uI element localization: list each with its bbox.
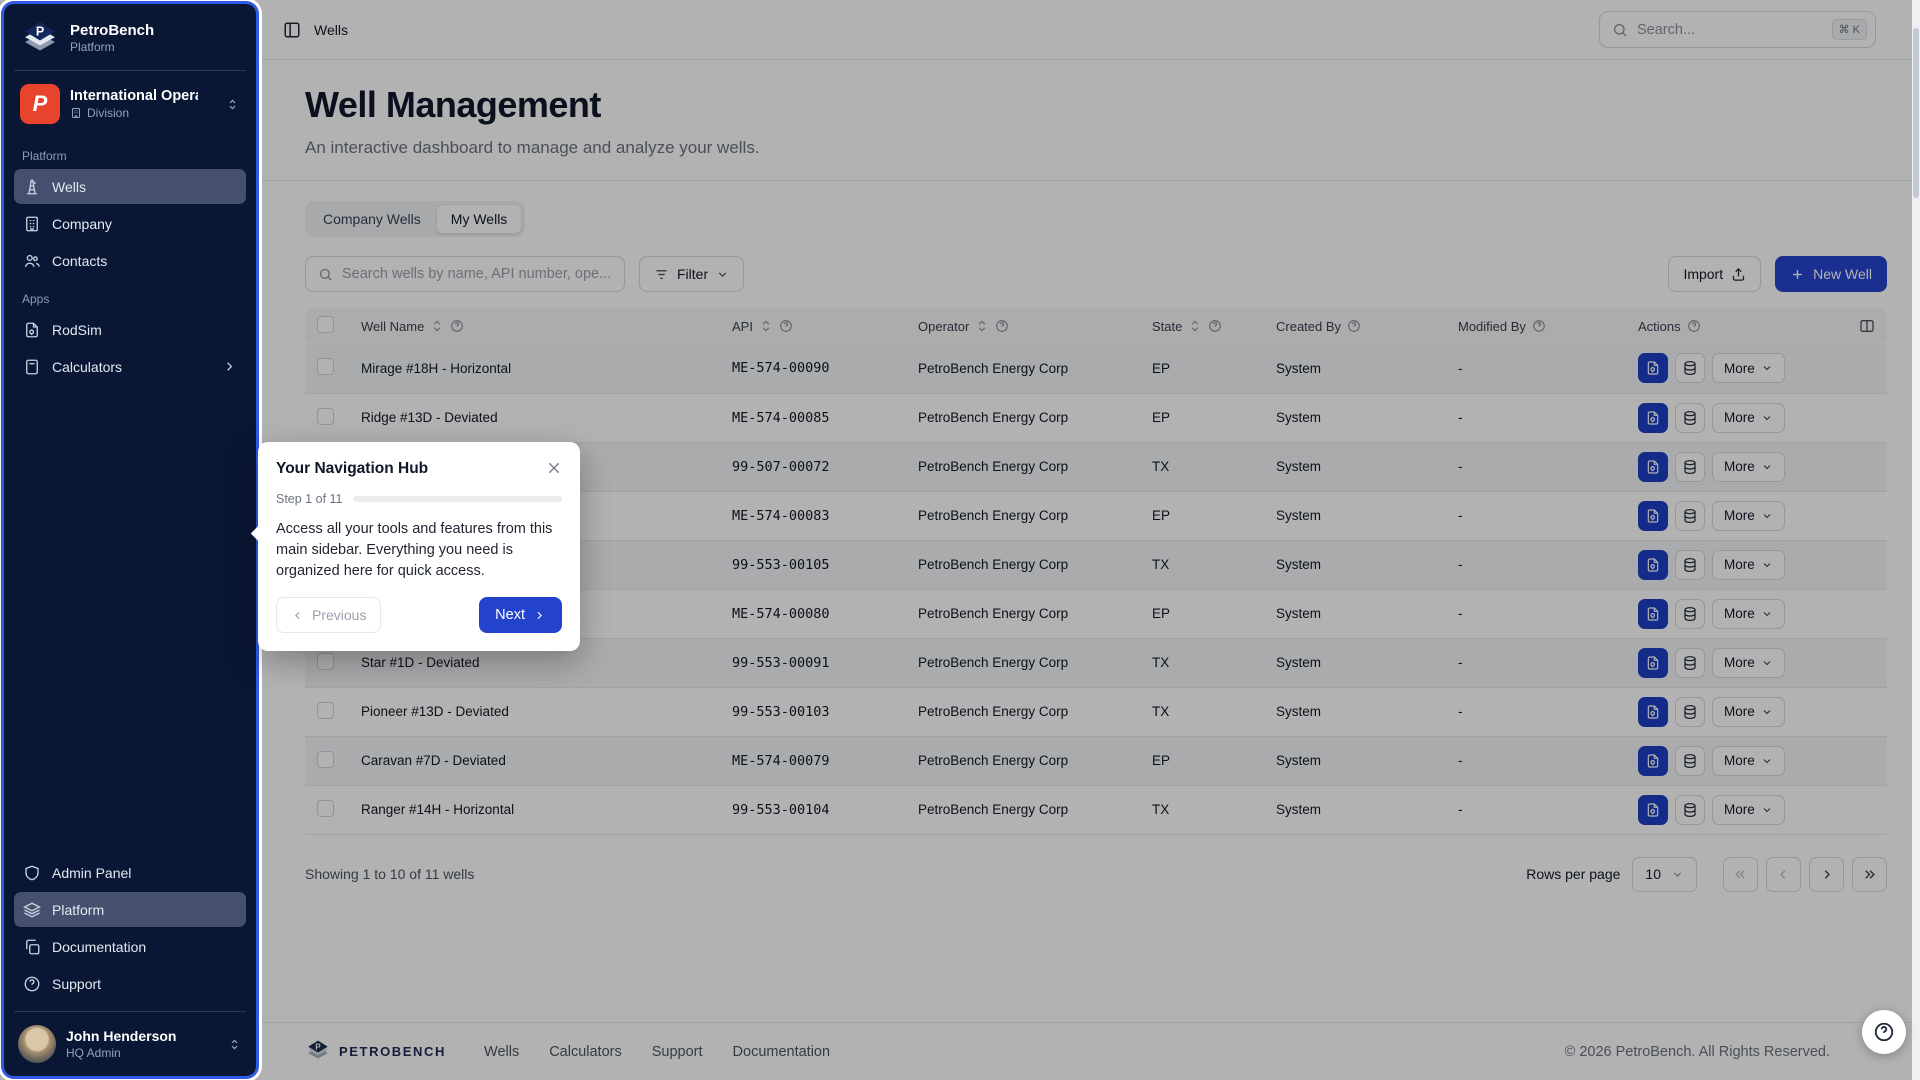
org-logo: P [20,84,60,124]
help-circle-icon [23,975,41,993]
sidebar-item-company[interactable]: Company [14,206,246,241]
chevron-right-icon [222,359,237,374]
docs-icon [23,938,41,956]
org-switcher[interactable]: P International Operatio Division [14,71,246,137]
tour-body: Access all your tools and features from … [276,519,562,582]
tour-next-button[interactable]: Next [479,597,562,633]
tour-progress-track [353,496,563,502]
chevrons-up-down-icon [225,97,240,112]
scrollbar-thumb[interactable] [1913,28,1919,198]
building-icon [70,107,82,119]
user-name: John Henderson [66,1028,217,1044]
chevrons-up-down-icon [227,1037,242,1052]
sidebar-item-contacts[interactable]: Contacts [14,243,246,278]
sidebar: P PetroBench Platform P International Op… [4,4,256,1076]
layers-icon [23,901,41,919]
brand-header: P PetroBench Platform [14,4,246,71]
rodsim-icon [23,321,41,339]
chevron-left-icon [291,609,304,622]
sidebar-item-calculators[interactable]: Calculators [14,349,246,384]
tour-title: Your Navigation Hub [276,460,546,478]
svg-text:P: P [36,25,44,39]
sidebar-item-platform[interactable]: Platform [14,892,246,927]
tour-step-label: Step 1 of 11 [276,492,343,506]
brand-name: PetroBench [70,22,154,40]
close-icon[interactable] [546,460,562,476]
section-label-platform: Platform [14,137,246,169]
help-button[interactable] [1862,1010,1906,1054]
section-label-apps: Apps [14,280,246,312]
derrick-icon [23,178,41,196]
sidebar-item-documentation[interactable]: Documentation [14,929,246,964]
brand-subtitle: Platform [70,40,154,54]
building-icon [23,215,41,233]
user-menu[interactable]: John Henderson HQ Admin [14,1011,246,1076]
sidebar-item-wells[interactable]: Wells [14,169,246,204]
tour-popup: Your Navigation Hub Step 1 of 11 Access … [258,442,580,651]
shield-icon [23,864,41,882]
user-role: HQ Admin [66,1046,217,1060]
org-type: Division [70,106,215,120]
sidebar-item-rodsim[interactable]: RodSim [14,312,246,347]
calculator-icon [23,358,41,376]
avatar [18,1025,56,1063]
sidebar-item-admin-panel[interactable]: Admin Panel [14,855,246,890]
tour-previous-button[interactable]: Previous [276,597,381,633]
chevron-right-icon [533,609,546,622]
scrollbar[interactable] [1912,0,1920,1080]
petrobench-logo-icon: P [20,18,60,58]
sidebar-item-support[interactable]: Support [14,966,246,1001]
users-icon [23,252,41,270]
org-name: International Operatio [70,88,198,104]
